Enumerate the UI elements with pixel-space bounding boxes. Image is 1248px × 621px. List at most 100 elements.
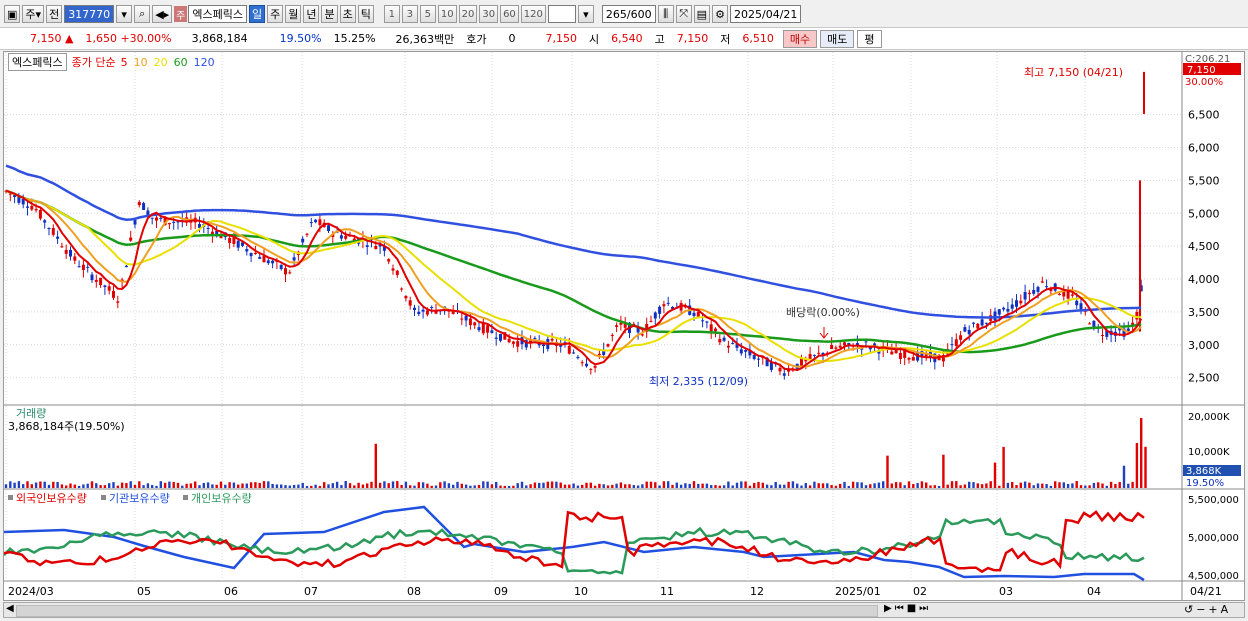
volume-bar — [409, 485, 412, 488]
volume-bar — [194, 481, 197, 488]
stock-code-input[interactable]: 317770 — [64, 5, 115, 23]
open-price: 6,540 — [611, 32, 643, 45]
candle-body — [692, 312, 696, 316]
candle-body — [778, 367, 782, 372]
legend-type: 종가 단순 — [71, 56, 116, 69]
prev-button[interactable]: 전 — [46, 5, 63, 23]
scroll-left-icon[interactable]: ◀ — [6, 603, 14, 614]
count-input[interactable]: 265/600 — [601, 5, 656, 23]
candle-body — [94, 279, 98, 282]
zoom-controls[interactable]: ↺−+A — [1184, 603, 1231, 616]
interval-tab-10[interactable]: 10 — [437, 5, 457, 23]
candle-body — [576, 356, 580, 359]
playback-controls[interactable]: ▶⏮■⏭ — [884, 603, 931, 614]
period-tab-3[interactable]: 년 — [303, 5, 320, 23]
turnover: 15.25% — [333, 32, 376, 45]
volume-bar — [413, 485, 416, 488]
interval-tab-5[interactable]: 5 — [419, 5, 436, 23]
interval-tab-30[interactable]: 30 — [479, 5, 499, 23]
buy-button[interactable]: 매수 — [782, 29, 818, 48]
chevron-down-icon[interactable]: ▾ — [116, 5, 133, 23]
interval-tab-60[interactable]: 60 — [500, 5, 519, 23]
candle-body — [236, 240, 240, 248]
crosshair-icon[interactable]: ⤧ — [675, 5, 692, 23]
volume-bar — [228, 482, 231, 488]
volume-bar — [864, 485, 868, 488]
interval-tab-20[interactable]: 20 — [458, 5, 478, 23]
interval-custom-input[interactable] — [547, 5, 576, 23]
candle-icon[interactable]: ⫼ — [657, 5, 674, 23]
volume-bar — [968, 481, 971, 488]
chart-area[interactable]: 2,500 3,000 3,500 4,000 4,500 5,000 5,500 6,000… — [3, 51, 1245, 601]
candle-body — [245, 249, 249, 252]
volume-bar — [877, 482, 881, 488]
volume-bar — [26, 481, 29, 488]
volume-bar — [1075, 481, 1078, 488]
gear-icon[interactable]: ⚙ — [712, 5, 728, 23]
chart-scrollbar[interactable]: ◀ ▶⏮■⏭ ↺−+A — [3, 602, 1245, 618]
period-tab-6[interactable]: 틱 — [357, 5, 374, 23]
save-icon[interactable]: ▤ — [693, 5, 710, 23]
candle-body — [421, 309, 425, 312]
candle-body — [499, 333, 502, 341]
market-select[interactable]: 주 ▾ — [22, 5, 45, 23]
candle-body — [1079, 303, 1083, 310]
candle-body — [1135, 311, 1139, 320]
volume-bar — [830, 485, 833, 488]
period-tab-2[interactable]: 월 — [285, 5, 302, 23]
candle-body — [430, 307, 434, 309]
window-icon[interactable]: ▣ — [4, 5, 21, 23]
volume-bar — [507, 485, 511, 488]
volume-bar — [882, 481, 885, 488]
volume-bar — [1032, 485, 1035, 488]
holding-legend-marker — [8, 495, 13, 500]
period-tab-5[interactable]: 초 — [339, 5, 356, 23]
date-input[interactable]: 2025/04/21 — [730, 5, 802, 23]
candle-body — [314, 219, 318, 223]
volume-bar — [34, 482, 38, 488]
volume-bar — [774, 481, 777, 488]
candle-body — [249, 252, 253, 257]
stock-chart[interactable]: 2,500 3,000 3,500 4,000 4,500 5,000 5,500 6,000… — [3, 52, 1244, 600]
candle-body — [142, 203, 146, 210]
low-price: 6,510 — [742, 32, 774, 45]
period-tab-1[interactable]: 주 — [267, 5, 284, 23]
candle-body — [155, 217, 158, 221]
candle-body — [288, 272, 292, 274]
candle-body — [726, 345, 730, 348]
volume-bar — [280, 484, 283, 488]
price-tick-label: 5,500 — [1188, 174, 1220, 187]
candle-body — [56, 236, 60, 239]
volume-bar — [761, 482, 764, 488]
volume-bar — [555, 481, 558, 488]
volume-bar — [1114, 484, 1117, 488]
period-tab-0[interactable]: 일 — [248, 5, 266, 23]
candle-body — [26, 206, 29, 208]
speaker-icon[interactable]: ◀▸ — [152, 5, 173, 23]
search-icon[interactable]: ⌕ — [134, 5, 151, 23]
candle-body — [387, 259, 391, 262]
volume-bar — [525, 485, 528, 488]
volume-bar — [301, 482, 304, 488]
volume-bar — [808, 485, 812, 488]
volume-bar — [1006, 482, 1010, 488]
interval-tab-120[interactable]: 120 — [520, 5, 546, 23]
holding-legend-1: 기관보유수량 — [109, 492, 170, 505]
candle-body — [830, 344, 834, 350]
volume-bar — [142, 485, 145, 488]
interval-tab-3[interactable]: 3 — [401, 5, 418, 23]
period-tab-4[interactable]: 분 — [321, 5, 338, 23]
average-button[interactable]: 평 — [857, 29, 882, 48]
volume-bar — [860, 482, 863, 488]
interval-tab-1[interactable]: 1 — [383, 5, 400, 23]
sell-button[interactable]: 매도 — [820, 29, 855, 48]
candle-body — [327, 225, 330, 232]
volume-bar — [765, 484, 769, 488]
chevron-down-icon[interactable]: ▾ — [577, 5, 594, 23]
volume-bar — [1097, 482, 1100, 488]
volume-bar — [869, 484, 872, 488]
holding-legend-2: 개인보유수량 — [191, 492, 252, 505]
scroll-thumb[interactable] — [16, 605, 878, 617]
volume-bar — [39, 481, 42, 488]
volume-bar — [1105, 485, 1108, 488]
